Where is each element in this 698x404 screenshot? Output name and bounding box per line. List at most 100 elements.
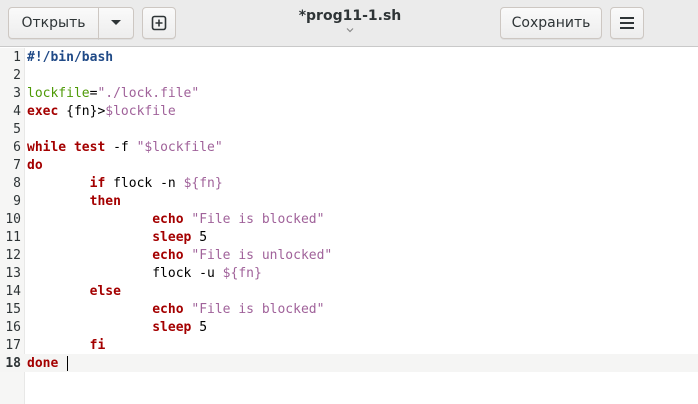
code-token: sleep [152, 320, 192, 335]
code-token: flock -n [105, 176, 184, 191]
code-text: fi [27, 337, 106, 355]
line-number: 6 [13, 140, 21, 155]
line-number: 9 [13, 194, 21, 209]
code-line[interactable]: 12 echo "File is unlocked" [0, 247, 698, 265]
code-line[interactable]: 1 #!/bin/bash [0, 49, 698, 67]
code-token: 5 [191, 230, 208, 245]
chevron-down-icon [111, 20, 121, 25]
code-token: sleep [152, 230, 192, 245]
line-number: 15 [5, 302, 21, 317]
save-button-label: Сохранить [511, 15, 591, 31]
code-token: "File is blocked" [191, 212, 325, 227]
main-menu-button[interactable] [610, 7, 644, 39]
line-number: 1 [13, 50, 21, 65]
code-line[interactable]: 17 fi [0, 337, 698, 355]
line-number: 10 [5, 212, 21, 227]
code-token: -f [105, 140, 137, 155]
code-text: flock -u ${fn} [27, 265, 262, 283]
code-line[interactable]: 5 [0, 121, 698, 139]
line-number: 13 [5, 266, 21, 281]
document-title[interactable]: *prog11-1.sh [250, 6, 450, 42]
code-text: else [27, 283, 121, 301]
line-number: 3 [13, 86, 21, 101]
code-text: exec {fn}>$lockfile [27, 103, 176, 121]
code-token: while [27, 140, 67, 155]
code-token: test [73, 140, 106, 155]
line-number: 16 [5, 320, 21, 335]
code-token: if [89, 176, 106, 191]
line-number: 2 [13, 68, 21, 83]
code-token: echo [152, 248, 184, 263]
hamburger-menu-icon [620, 17, 634, 29]
code-token: "File is blocked" [191, 302, 325, 317]
document-title-text: *prog11-1.sh [298, 8, 402, 24]
open-button[interactable]: Открыть [8, 7, 99, 39]
code-line[interactable]: 3 lockfile="./lock.file" [0, 85, 698, 103]
code-line[interactable]: 8 if flock -n ${fn} [0, 175, 698, 193]
code-token: {fn}> [58, 104, 106, 119]
code-text: #!/bin/bash [27, 49, 113, 67]
code-line[interactable]: 9 then [0, 193, 698, 211]
code-text: sleep 5 [27, 319, 207, 337]
code-token: then [89, 194, 121, 209]
code-text: while test -f "$lockfile" [27, 139, 223, 157]
code-line[interactable]: 11 sleep 5 [0, 229, 698, 247]
code-token: echo [152, 212, 184, 227]
code-line[interactable]: 16 sleep 5 [0, 319, 698, 337]
code-text: echo "File is blocked" [27, 301, 324, 319]
code-text: sleep 5 [27, 229, 207, 247]
code-token: echo [152, 302, 184, 317]
code-token: done [27, 356, 59, 371]
code-text: if flock -n ${fn} [27, 175, 223, 193]
code-text: do [27, 157, 43, 175]
code-line[interactable]: 15 echo "File is blocked" [0, 301, 698, 319]
code-text: echo "File is unlocked" [27, 247, 332, 265]
code-line[interactable]: 14 else [0, 283, 698, 301]
line-number: 4 [13, 104, 21, 119]
code-text: done [27, 355, 69, 373]
new-tab-icon [151, 15, 167, 31]
code-token: flock -u [27, 266, 223, 281]
code-token: $lockfile [105, 104, 176, 119]
code-line[interactable]: 4 exec {fn}>$lockfile [0, 103, 698, 121]
line-number: 11 [5, 230, 21, 245]
code-token: exec [27, 104, 59, 119]
save-button[interactable]: Сохранить [500, 7, 602, 39]
line-number: 18 [5, 356, 21, 371]
code-token: fi [89, 338, 106, 353]
code-token: else [89, 284, 121, 299]
code-text: then [27, 193, 121, 211]
line-number: 8 [13, 176, 21, 191]
code-line[interactable]: 10 echo "File is blocked" [0, 211, 698, 229]
open-button-label: Открыть [21, 15, 86, 31]
code-token: 5 [191, 320, 208, 335]
chevron-down-icon [346, 28, 354, 33]
code-editor[interactable]: 1 #!/bin/bash 2 3 lockfile="./lock.file" 4 exe… [0, 49, 698, 373]
code-token: "$lockfile" [136, 140, 223, 155]
open-menu-button[interactable] [98, 7, 134, 39]
line-number: 12 [5, 248, 21, 263]
code-token: lockfile [27, 86, 90, 101]
header-bar: Открыть *prog11-1.sh Сохранить [0, 0, 698, 47]
code-token: "./lock.file" [97, 86, 200, 101]
code-line[interactable]: 6 while test -f "$lockfile" [0, 139, 698, 157]
new-tab-button[interactable] [142, 7, 176, 39]
window-close-button[interactable] [652, 7, 686, 39]
code-line[interactable]: 7 do [0, 157, 698, 175]
code-token: ${fn} [183, 176, 223, 191]
code-line[interactable]: 13 flock -u ${fn} [0, 265, 698, 283]
code-line[interactable]: 2 [0, 67, 698, 85]
code-token: do [27, 158, 43, 173]
line-number: 5 [13, 122, 21, 137]
code-line[interactable]: 18 done [0, 355, 698, 373]
code-token: "File is unlocked" [191, 248, 333, 263]
